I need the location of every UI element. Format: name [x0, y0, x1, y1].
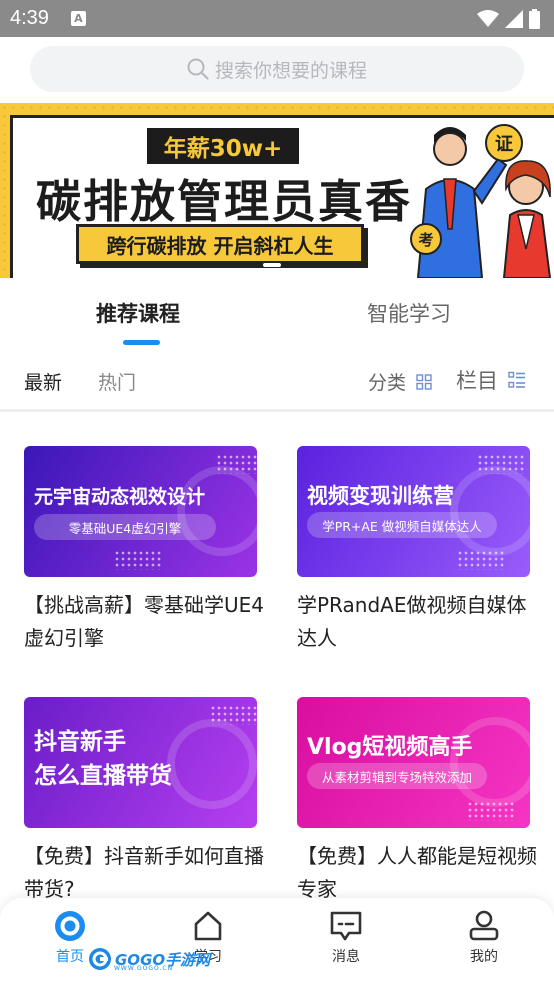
nav-profile-label: 我的: [470, 949, 498, 965]
course-thumbnail: 抖音新手 怎么直播带货: [24, 697, 257, 828]
status-time: 4:39: [10, 7, 49, 29]
thumbnail-subtitle: 学PR+AE 做视频自媒体达人: [307, 512, 497, 538]
banner-subline: 跨行碳排放 开启斜杠人生: [76, 224, 364, 264]
column-button[interactable]: 栏目: [456, 365, 526, 395]
banner-illustration: 证 考: [410, 124, 552, 278]
category-button[interactable]: 分类: [368, 368, 432, 395]
nav-home-label: 首页: [56, 949, 84, 965]
nav-profile[interactable]: 我的: [444, 910, 524, 966]
thumbnail-title: Vlog短视频高手: [307, 735, 473, 760]
thumbnail-dots: [114, 550, 162, 570]
thumbnail-decoration: [177, 466, 257, 556]
filter-latest[interactable]: 最新: [24, 368, 62, 395]
profile-icon: [469, 910, 499, 941]
thumbnail-title: 抖音新手 怎么直播带货: [34, 729, 172, 789]
nav-messages[interactable]: 消息: [306, 910, 386, 966]
watermark-logo-icon: [89, 948, 111, 970]
banner-headline: 碳排放管理员真香: [36, 175, 413, 228]
site-watermark: GOGO手游网 WWW.GOGO.CN: [88, 945, 210, 973]
course-title: 【免费】抖音新手如何直播带货?: [24, 844, 264, 901]
promo-banner[interactable]: 年薪30w+ 碳排放管理员真香 跨行碳排放 开启斜杠人生 证 考: [0, 103, 554, 278]
thumbnail-dots: [216, 454, 257, 474]
column-label: 栏目: [456, 369, 498, 393]
status-bar: 4:39 A: [0, 0, 554, 37]
thumbnail-decoration: [167, 719, 257, 809]
badge-bottom-label: 考: [418, 231, 433, 249]
filter-row: 最新 热门 分类 栏目: [0, 352, 554, 412]
thumbnail-dots: [210, 705, 257, 725]
grid-icon: [416, 373, 432, 390]
wifi-icon: [477, 9, 499, 27]
battery-icon: [529, 8, 540, 29]
course-card[interactable]: Vlog短视频高手 从素材剪辑到专场特效添加 【免费】人人都能是短视频专家: [297, 697, 537, 906]
bottom-nav: 首页 学习 消息 我的: [0, 898, 554, 984]
search-icon: [187, 58, 209, 80]
search-placeholder: 搜索你想要的课程: [214, 59, 367, 82]
active-tab-indicator: [123, 340, 160, 345]
watermark-url: WWW.GOGO.CN: [114, 965, 174, 972]
filter-popular[interactable]: 热门: [98, 368, 136, 395]
banner-page-indicator: [263, 263, 281, 267]
thumbnail-dots: [477, 454, 525, 474]
home-ring-icon: [55, 911, 85, 941]
main-tabs: 推荐课程 智能学习: [0, 278, 554, 352]
thumbnail-decoration: [450, 466, 530, 556]
course-card[interactable]: 抖音新手 怎么直播带货 【免费】抖音新手如何直播带货?: [24, 697, 264, 906]
thumbnail-subtitle: 从素材剪辑到专场特效添加: [307, 763, 487, 789]
signal-icon: [505, 9, 523, 28]
thumbnail-title: 元宇宙动态视效设计: [34, 486, 206, 508]
search-input[interactable]: 搜索你想要的课程: [30, 46, 524, 92]
course-card[interactable]: 元宇宙动态视效设计 零基础UE4虚幻引擎 【挑战高薪】零基础学UE4虚幻引擎: [24, 446, 264, 655]
tab-recommended[interactable]: 推荐课程: [96, 298, 180, 328]
course-thumbnail: 元宇宙动态视效设计 零基础UE4虚幻引擎: [24, 446, 257, 577]
notification-icon: A: [70, 11, 86, 26]
search-area: 搜索你想要的课程: [0, 37, 554, 103]
course-thumbnail: 视频变现训练营 学PR+AE 做视频自媒体达人: [297, 446, 530, 577]
list-icon: [508, 371, 525, 388]
course-thumbnail: Vlog短视频高手 从素材剪辑到专场特效添加: [297, 697, 530, 828]
course-card[interactable]: 视频变现训练营 学PR+AE 做视频自媒体达人 学PRandAE做视频自媒体达人: [297, 446, 530, 655]
message-icon: [330, 911, 362, 941]
nav-messages-label: 消息: [332, 949, 360, 965]
course-title: 【免费】人人都能是短视频专家: [297, 844, 537, 901]
thumbnail-dots: [467, 801, 515, 821]
badge-top-label: 证: [495, 134, 513, 155]
status-icons: [477, 8, 540, 29]
tab-smart-learning[interactable]: 智能学习: [367, 298, 451, 328]
category-label: 分类: [368, 372, 407, 394]
thumbnail-title: 视频变现训练营: [307, 484, 454, 508]
course-title: 学PRandAE做视频自媒体达人: [297, 593, 527, 650]
thumbnail-dots: [457, 550, 505, 570]
thumbnail-subtitle: 零基础UE4虚幻引擎: [34, 514, 216, 540]
house-icon: [194, 911, 222, 941]
banner-tag: 年薪30w+: [147, 128, 299, 164]
course-title: 【挑战高薪】零基础学UE4虚幻引擎: [24, 593, 264, 650]
